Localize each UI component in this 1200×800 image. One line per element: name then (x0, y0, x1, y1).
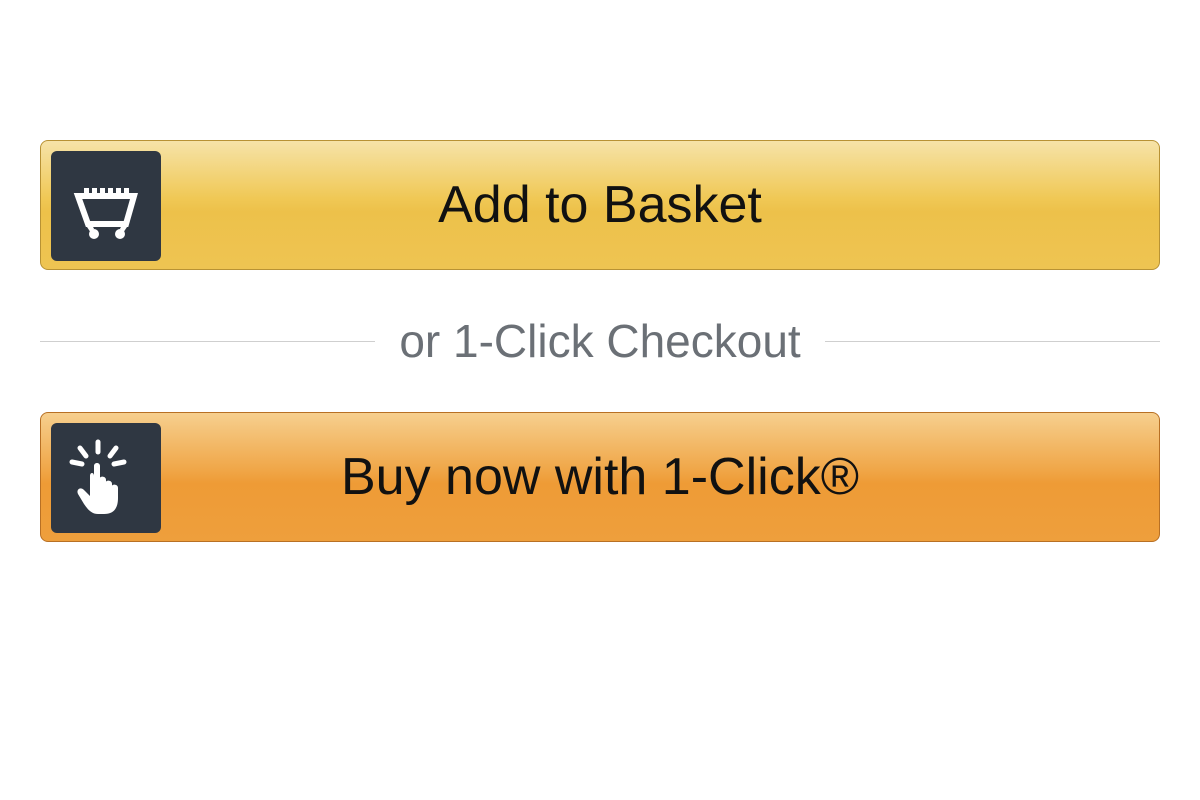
divider-line-left (40, 341, 375, 342)
add-to-basket-button[interactable]: Add to Basket (40, 140, 1160, 270)
divider-line-right (825, 341, 1160, 342)
separator-text: or 1-Click Checkout (375, 314, 824, 368)
one-click-icon (51, 423, 161, 533)
buy-now-label: Buy now with 1-Click® (41, 447, 1159, 507)
add-to-basket-label: Add to Basket (41, 175, 1159, 235)
buy-now-button[interactable]: Buy now with 1-Click® (40, 412, 1160, 542)
checkout-separator: or 1-Click Checkout (40, 314, 1160, 368)
cart-icon (51, 151, 161, 261)
